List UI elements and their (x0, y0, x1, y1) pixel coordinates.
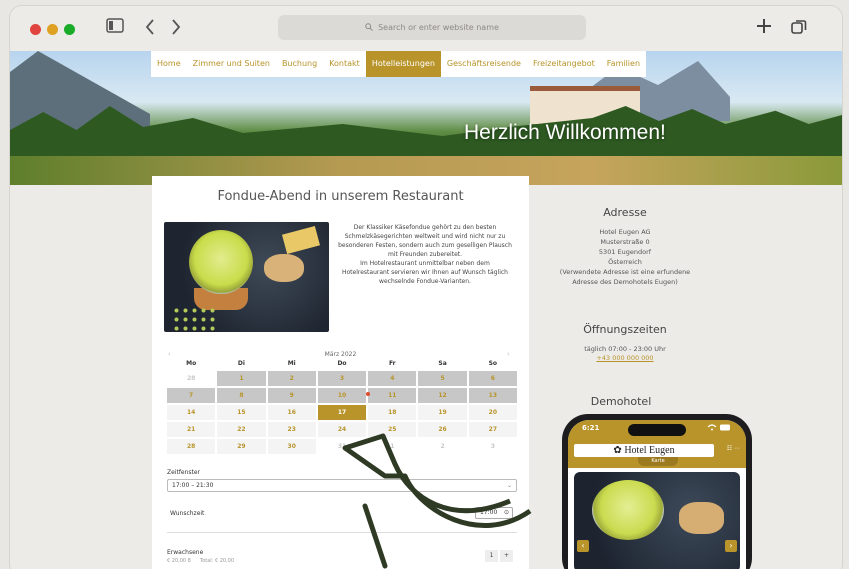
browser-window: Search or enter website name Home Zimmer… (10, 6, 842, 569)
arrow-overlay (342, 433, 532, 569)
arrow-tail (362, 503, 388, 569)
curved-arrow (342, 433, 532, 528)
